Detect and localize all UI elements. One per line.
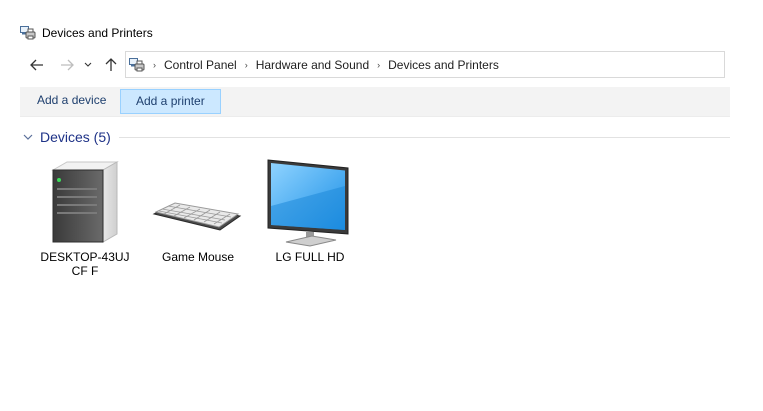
keyboard-icon — [152, 202, 242, 231]
device-image — [37, 156, 133, 248]
arrow-left-icon — [30, 59, 43, 71]
group-title: Devices (5) — [40, 129, 111, 145]
arrow-right-icon — [61, 59, 74, 71]
devices-printers-icon — [20, 26, 36, 40]
device-desktop[interactable]: DESKTOP-43UJCF F — [37, 156, 133, 278]
device-image — [150, 156, 246, 248]
devices-group-header[interactable]: Devices (5) — [22, 126, 730, 148]
device-label: DESKTOP-43UJCF F — [40, 250, 130, 278]
back-button[interactable] — [28, 56, 46, 74]
breadcrumb-hardware-and-sound[interactable]: Hardware and Sound — [256, 58, 369, 72]
up-button[interactable] — [102, 56, 120, 74]
command-bar: Add a device Add a printer — [20, 87, 730, 117]
chevron-right-icon[interactable]: › — [245, 60, 248, 70]
monitor-icon — [267, 159, 349, 247]
devices-and-printers-window: Devices and Printers › Control Panel › H… — [0, 0, 763, 411]
window-title: Devices and Printers — [42, 26, 153, 40]
device-image — [262, 156, 358, 248]
breadcrumb-devices-and-printers[interactable]: Devices and Printers — [388, 58, 499, 72]
recent-locations-button[interactable] — [82, 56, 94, 74]
device-label: LG FULL HD — [275, 250, 345, 264]
device-lg-full-hd[interactable]: LG FULL HD — [262, 156, 358, 264]
add-device-button[interactable]: Add a device — [22, 89, 121, 114]
forward-button[interactable] — [58, 56, 76, 74]
arrow-up-icon — [105, 58, 117, 71]
chevron-right-icon[interactable]: › — [377, 60, 380, 70]
title-bar: Devices and Printers — [0, 0, 763, 48]
devices-printers-icon — [129, 57, 145, 71]
address-bar[interactable]: › Control Panel › Hardware and Sound › D… — [125, 51, 725, 78]
add-printer-button[interactable]: Add a printer — [120, 89, 221, 114]
breadcrumb-control-panel[interactable]: Control Panel — [164, 58, 237, 72]
navigation-bar: › Control Panel › Hardware and Sound › D… — [0, 50, 763, 80]
group-divider — [118, 136, 730, 138]
chevron-right-icon[interactable]: › — [153, 60, 156, 70]
device-game-mouse[interactable]: Game Mouse — [150, 156, 246, 264]
chevron-down-icon — [23, 134, 33, 140]
chevron-down-icon — [84, 62, 92, 67]
computer-tower-icon — [51, 161, 119, 243]
device-label: Game Mouse — [161, 250, 235, 264]
